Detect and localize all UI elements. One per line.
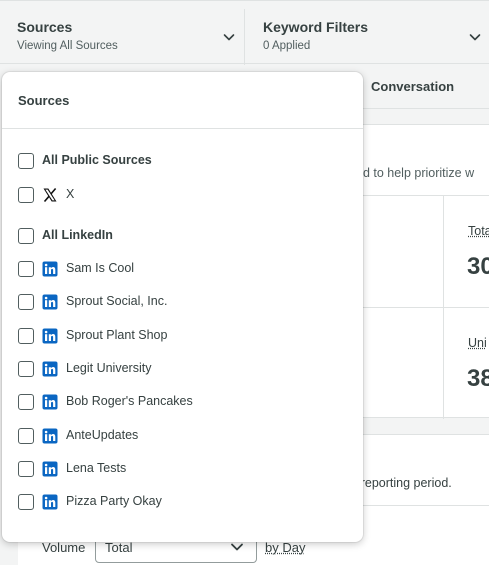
tab-conversation[interactable]: Conversation (371, 79, 454, 94)
checkbox[interactable] (18, 428, 34, 444)
divider (362, 195, 489, 196)
sources-filter-title: Sources (17, 19, 73, 35)
source-option[interactable]: Legit University (18, 359, 348, 379)
volume-label: Volume (42, 540, 86, 555)
source-option-label: Sam Is Cool (66, 261, 135, 275)
source-option-label: All Public Sources (42, 153, 152, 167)
divider (362, 505, 489, 506)
checkbox[interactable] (18, 461, 34, 477)
source-option[interactable]: X (18, 185, 348, 205)
keyword-filters-title: Keyword Filters (263, 19, 369, 35)
divider (443, 195, 444, 419)
checkbox[interactable] (18, 361, 34, 377)
keyword-filters-subtitle: 0 Applied (263, 40, 311, 52)
tab-divider (362, 108, 489, 109)
summary-card: od to help prioritize w Tota 30 Uni 38 (356, 124, 489, 419)
source-option-label: X (66, 187, 75, 201)
checkbox[interactable] (18, 494, 34, 510)
checkbox[interactable] (18, 394, 34, 410)
source-option-label: Pizza Party Okay (66, 494, 162, 508)
checkbox[interactable] (18, 328, 34, 344)
stat-total-label[interactable]: Tota (468, 224, 489, 238)
linkedin-icon (42, 261, 58, 277)
source-group-option[interactable]: All LinkedIn (18, 226, 348, 246)
chevron-down-icon (469, 34, 481, 41)
source-option-label: Legit University (66, 361, 152, 375)
linkedin-icon (42, 328, 58, 344)
source-option[interactable]: Sprout Plant Shop (18, 326, 348, 346)
source-option-label: All LinkedIn (42, 228, 113, 242)
source-group-option[interactable]: All Public Sources (18, 151, 348, 171)
stat-total-value: 30 (467, 253, 489, 280)
by-day-link[interactable]: by Day (265, 540, 305, 555)
source-option-label: Sprout Social, Inc. (66, 294, 168, 308)
source-option[interactable]: Sam Is Cool (18, 259, 348, 279)
stat-unique-label[interactable]: Uni (468, 336, 487, 350)
checkbox[interactable] (18, 187, 34, 203)
stat-unique-value: 38 (467, 365, 489, 392)
linkedin-icon (42, 361, 58, 377)
source-option[interactable]: Sprout Social, Inc. (18, 292, 348, 312)
checkbox[interactable] (18, 261, 34, 277)
linkedin-icon (42, 428, 58, 444)
volume-card: s reporting period. (351, 434, 489, 565)
keyword-filters-button[interactable]: Keyword Filters 0 Applied (246, 9, 489, 65)
source-option[interactable]: Pizza Party Okay (18, 492, 348, 512)
linkedin-icon (42, 394, 58, 410)
linkedin-icon (42, 461, 58, 477)
divider (2, 128, 363, 129)
card-description: od to help prioritize w (356, 166, 475, 180)
divider (362, 307, 489, 308)
chevron-down-icon (231, 543, 243, 551)
sources-dropdown: Sources All Public Sources X All LinkedIn S… (2, 72, 363, 542)
linkedin-icon (42, 494, 58, 510)
source-option[interactable]: AnteUpdates (18, 426, 348, 446)
volume-select-value: Total (105, 540, 133, 555)
sources-filter-subtitle: Viewing All Sources (17, 40, 118, 52)
source-option[interactable]: Bob Roger's Pancakes (18, 392, 348, 412)
source-option-label: AnteUpdates (66, 428, 139, 442)
checkbox[interactable] (18, 294, 34, 310)
checkbox[interactable] (18, 228, 34, 244)
source-option-label: Lena Tests (66, 461, 127, 475)
source-option-label: Sprout Plant Shop (66, 328, 168, 342)
source-option[interactable]: Lena Tests (18, 459, 348, 479)
source-option-label: Bob Roger's Pancakes (66, 394, 193, 408)
linkedin-icon (42, 294, 58, 310)
period-description: s reporting period. (351, 476, 452, 490)
filter-bar: Sources Viewing All Sources Keyword Filt… (0, 0, 489, 65)
dropdown-title: Sources (18, 93, 70, 108)
sources-filter-button[interactable]: Sources Viewing All Sources (0, 9, 245, 65)
checkbox[interactable] (18, 153, 34, 169)
chevron-down-icon (223, 34, 235, 41)
x-icon (43, 187, 57, 203)
